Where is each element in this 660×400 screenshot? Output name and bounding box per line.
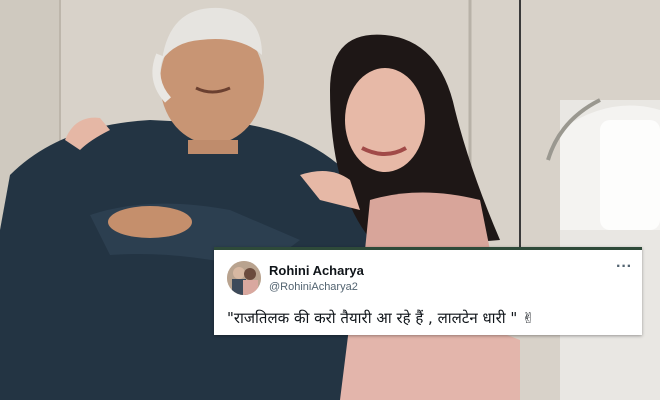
display-name[interactable]: Rohini Acharya — [269, 263, 364, 278]
tweet-card: Rohini Acharya @RohiniAcharya2 ··· "राजत… — [214, 247, 642, 335]
profile-avatar[interactable] — [227, 261, 261, 295]
tweet-text: "राजतिलक की करो तैयारी आ रहे हैं , लालटे… — [227, 309, 518, 327]
victory-hand-icon: ✌ — [522, 309, 535, 327]
tweet-body: "राजतिलक की करो तैयारी आ रहे हैं , लालटे… — [227, 308, 535, 328]
more-options-icon[interactable]: ··· — [616, 259, 632, 275]
user-handle[interactable]: @RohiniAcharya2 — [269, 281, 358, 293]
background-photo — [0, 0, 660, 400]
